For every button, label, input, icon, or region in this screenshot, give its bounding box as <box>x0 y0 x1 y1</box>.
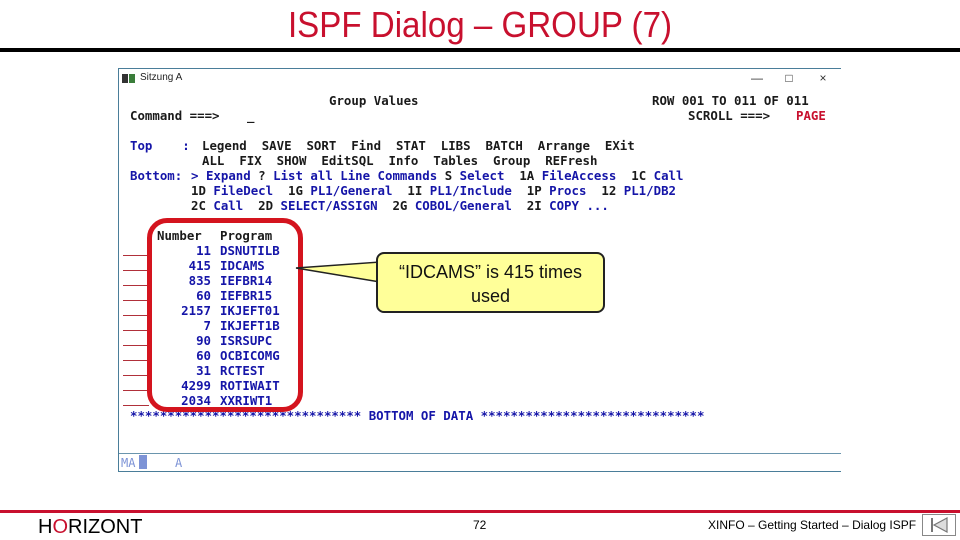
cmd-find[interactable]: Find <box>351 138 381 153</box>
line-command-field[interactable] <box>123 330 149 331</box>
cmd-refresh[interactable]: REFresh <box>545 153 597 168</box>
scroll-input[interactable]: PAGE <box>796 108 826 123</box>
line-command-field[interactable] <box>123 300 149 301</box>
line-commands-row1: > Expand ? List all Line Commands S Sele… <box>191 168 684 183</box>
top-label: Top : <box>130 138 190 153</box>
lc-cobol-general[interactable]: COBOL/General <box>415 198 512 213</box>
callout-bubble: “IDCAMS” is 415 times used <box>376 252 605 313</box>
lc-list-all[interactable]: List all Line Commands <box>273 168 437 183</box>
cmd-all[interactable]: ALL <box>202 153 224 168</box>
status-mode: MA <box>121 456 136 470</box>
title-divider <box>0 48 960 52</box>
line-commands-row3: 2C Call 2D SELECT/ASSIGN 2G COBOL/Genera… <box>191 198 609 213</box>
cmd-legend[interactable]: Legend <box>202 138 247 153</box>
lc-pl1-db2[interactable]: PL1/DB2 <box>624 183 676 198</box>
cmd-show[interactable]: SHOW <box>277 153 307 168</box>
cmd-info[interactable]: Info <box>389 153 419 168</box>
lc-procs[interactable]: Procs <box>549 183 586 198</box>
line-command-field[interactable] <box>123 375 149 376</box>
highlight-ring <box>147 218 303 412</box>
lc-select-assign[interactable]: SELECT/ASSIGN <box>281 198 378 213</box>
lc-expand[interactable]: Expand <box>206 168 251 183</box>
terminal-screen: Group Values ROW 001 TO 011 OF 011 Comma… <box>119 69 826 459</box>
slide-title: ISPF Dialog – GROUP (7) <box>287 4 673 45</box>
lc-fileaccess[interactable]: FileAccess <box>542 168 617 183</box>
lc-pl1-include[interactable]: PL1/Include <box>430 183 512 198</box>
line-command-field[interactable] <box>123 255 149 256</box>
row-info: ROW 001 TO 011 OF 011 <box>652 93 809 108</box>
lc-copy[interactable]: COPY ... <box>549 198 609 213</box>
cmd-sort[interactable]: SORT <box>306 138 336 153</box>
line-commands-row2: 1D FileDecl 1G PL1/General 1I PL1/Includ… <box>191 183 676 198</box>
line-command-field[interactable] <box>123 285 149 286</box>
window-titlebar: Sitzung A — □ × <box>119 69 841 91</box>
line-command-field[interactable] <box>123 315 149 316</box>
cmd-exit[interactable]: EXit <box>605 138 635 153</box>
lc-pl1-general[interactable]: PL1/General <box>310 183 392 198</box>
bottom-label: Bottom: <box>130 168 183 183</box>
line-command-field[interactable] <box>123 360 149 361</box>
line-command-field[interactable] <box>123 270 149 271</box>
cmd-save[interactable]: SAVE <box>262 138 292 153</box>
command-input[interactable]: _ <box>247 108 254 123</box>
footer-caption: XINFO – Getting Started – Dialog ISPF <box>708 518 917 532</box>
lc-filedecl[interactable]: FileDecl <box>213 183 273 198</box>
first-page-button[interactable] <box>922 514 956 536</box>
cmd-batch[interactable]: BATCH <box>486 138 523 153</box>
minimize-button[interactable]: — <box>747 71 767 85</box>
page-number: 72 <box>473 518 487 532</box>
cmd-tables[interactable]: Tables <box>433 153 478 168</box>
line-command-field[interactable] <box>123 390 149 391</box>
line-command-field[interactable] <box>123 345 149 346</box>
panel-title: Group Values <box>329 93 419 108</box>
status-bar: MA A <box>119 453 841 472</box>
footer-divider <box>0 510 960 513</box>
cmd-editsql[interactable]: EditSQL <box>321 153 373 168</box>
line-command-field[interactable] <box>123 405 149 406</box>
top-commands-row1: Legend SAVE SORT Find STAT LIBS BATCH Ar… <box>202 138 635 153</box>
lc-call-2c[interactable]: Call <box>213 198 243 213</box>
lc-select[interactable]: Select <box>460 168 505 183</box>
close-button[interactable]: × <box>813 71 833 85</box>
cmd-stat[interactable]: STAT <box>396 138 426 153</box>
maximize-button[interactable]: □ <box>779 71 799 85</box>
scroll-label: SCROLL ===> <box>688 108 771 123</box>
cmd-libs[interactable]: LIBS <box>441 138 471 153</box>
cmd-fix[interactable]: FIX <box>239 153 261 168</box>
top-commands-row2: ALL FIX SHOW EditSQL Info Tables Group R… <box>202 153 597 168</box>
command-label: Command ===> <box>130 108 220 123</box>
cmd-arrange[interactable]: Arrange <box>538 138 590 153</box>
status-indicator: A <box>175 456 183 470</box>
cmd-group[interactable]: Group <box>493 153 530 168</box>
lc-call[interactable]: Call <box>654 168 684 183</box>
cursor-indicator <box>139 455 147 469</box>
horizont-logo: HORIZONT <box>38 516 143 538</box>
first-page-icon <box>931 516 948 534</box>
